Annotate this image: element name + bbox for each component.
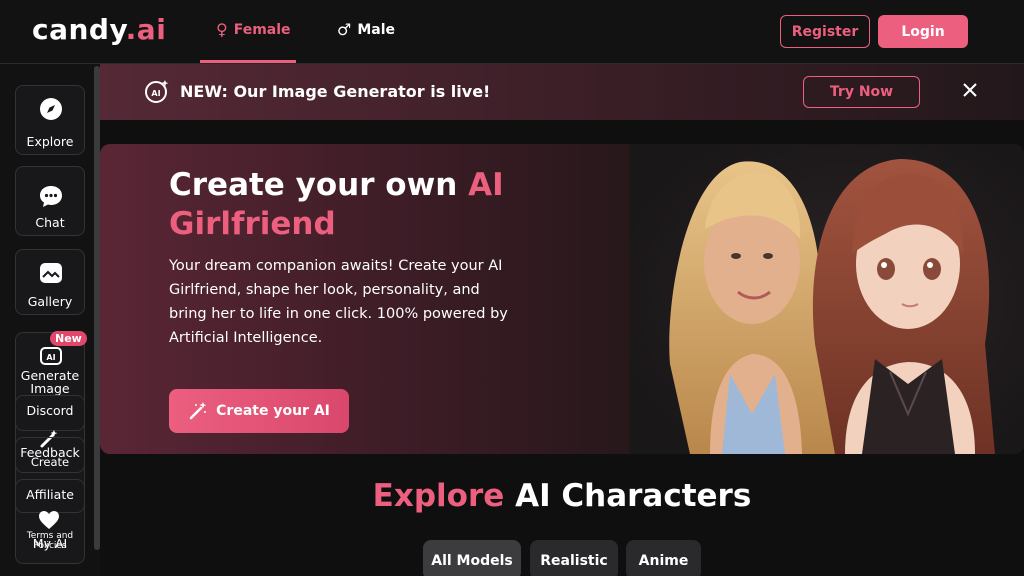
compass-icon: [40, 98, 62, 120]
male-symbol-icon: ♂: [337, 20, 352, 39]
create-your-ai-label: Create your AI: [216, 403, 330, 419]
tab-female[interactable]: ♀ Female: [216, 20, 291, 39]
logo[interactable]: candy.ai: [32, 13, 166, 46]
announcement-text: NEW: Our Image Generator is live!: [180, 82, 491, 101]
sidebar-item-gallery[interactable]: Gallery: [15, 249, 85, 315]
hero-characters-image: [630, 144, 1024, 454]
top-navigation-bar: candy.ai ♀ Female ♂ Male Register Login: [0, 0, 1024, 64]
image-icon: [40, 263, 62, 283]
explore-section-title: Explore AI Characters: [372, 478, 752, 514]
tab-male[interactable]: ♂ Male: [337, 20, 395, 39]
sidebar-item-label: Gallery: [27, 294, 73, 309]
affiliate-item-frame: [15, 479, 85, 513]
announcement-banner: AI NEW: Our Image Generator is live! Try…: [100, 64, 1024, 120]
new-badge: New: [50, 331, 87, 346]
discord-item-frame: [15, 395, 85, 431]
hero-banner: Create your own AI Girlfriend Your dream…: [100, 144, 1024, 454]
filter-realistic[interactable]: Realistic: [530, 540, 618, 576]
register-button[interactable]: Register: [780, 15, 870, 48]
svg-text:AI: AI: [46, 353, 55, 362]
magic-wand-icon: [189, 402, 207, 420]
create-your-ai-button[interactable]: Create your AI: [169, 389, 349, 433]
sidebar-item-label: Generate Image: [20, 368, 80, 396]
ai-image-icon: AI: [145, 80, 169, 103]
ai-image-icon: AI: [40, 347, 62, 365]
sidebar-item-my-ai[interactable]: My AI: [15, 536, 85, 551]
hero-description: Your dream companion awaits! Create your…: [169, 258, 508, 346]
heart-icon: [39, 511, 59, 529]
chat-bubble-icon: [40, 186, 62, 207]
sidebar-item-chat[interactable]: Chat: [15, 166, 85, 236]
feedback-item-frame: [15, 437, 85, 473]
hero-title: Create your own AI Girlfriend: [169, 167, 504, 242]
close-icon[interactable]: [960, 80, 980, 100]
sidebar-item-explore[interactable]: Explore: [15, 85, 85, 155]
try-now-button[interactable]: Try Now: [803, 76, 920, 108]
svg-text:AI: AI: [151, 89, 160, 98]
filter-all-models[interactable]: All Models: [423, 540, 521, 576]
active-tab-indicator: [200, 60, 296, 63]
filter-anime[interactable]: Anime: [626, 540, 701, 576]
sidebar-item-label: Explore: [26, 134, 74, 149]
female-symbol-icon: ♀: [216, 20, 228, 39]
login-button[interactable]: Login: [878, 15, 968, 48]
sidebar-item-label: Chat: [35, 215, 65, 230]
tab-male-label: Male: [357, 21, 396, 38]
tab-female-label: Female: [233, 21, 291, 38]
